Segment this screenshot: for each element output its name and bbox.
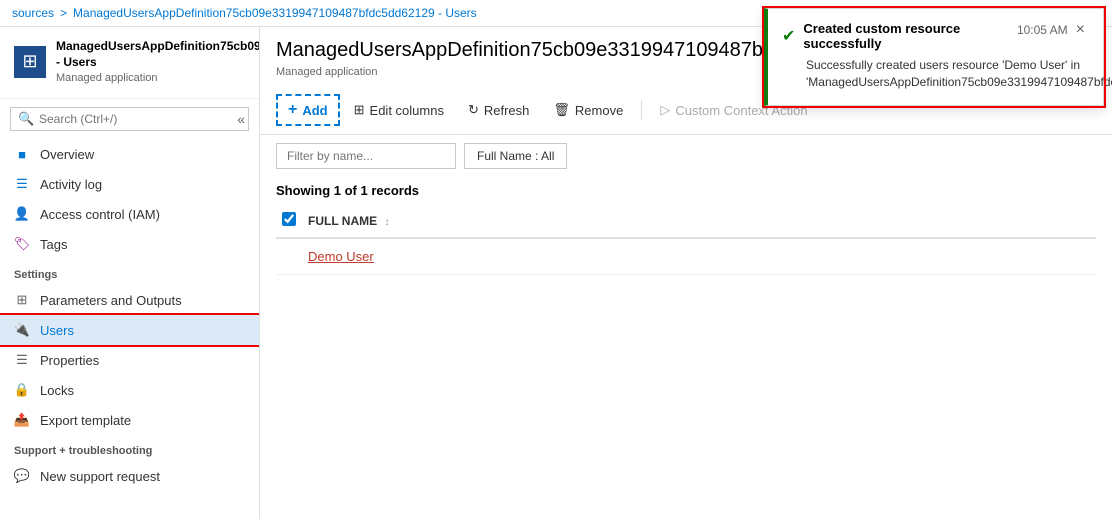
- sidebar-header: ⊞ ManagedUsersAppDefinition75cb09e331994…: [0, 27, 259, 99]
- tags-icon: 🏷: [14, 236, 30, 252]
- sidebar-item-params-outputs[interactable]: ⊞ Parameters and Outputs: [0, 285, 259, 315]
- remove-icon: 🗑: [553, 102, 570, 118]
- add-label: Add: [302, 103, 327, 118]
- sidebar-item-label: Activity log: [40, 177, 102, 192]
- activity-log-icon: ☰: [14, 176, 30, 192]
- breadcrumb-sep: >: [60, 6, 67, 20]
- th-checkbox: [276, 204, 302, 238]
- filter-input[interactable]: [276, 143, 456, 169]
- access-control-icon: 👤: [14, 206, 30, 222]
- record-count: Showing 1 of 1 records: [260, 177, 1112, 204]
- search-icon: 🔍: [18, 111, 34, 127]
- params-icon: ⊞: [14, 292, 30, 308]
- support-section-label: Support + troubleshooting: [0, 435, 259, 461]
- edit-columns-icon: ⊞: [354, 102, 365, 118]
- sidebar: ⊞ ManagedUsersAppDefinition75cb09e331994…: [0, 27, 260, 519]
- properties-icon: ☰: [14, 352, 30, 368]
- th-full-name[interactable]: FULL NAME ↕: [302, 204, 1096, 238]
- sidebar-item-overview[interactable]: ■ Overview: [0, 139, 259, 169]
- table-row: Demo User: [276, 238, 1096, 275]
- edit-columns-button[interactable]: ⊞ Edit columns: [344, 97, 454, 123]
- sidebar-item-label: Overview: [40, 147, 94, 162]
- filter-row: Full Name : All: [260, 135, 1112, 177]
- overview-icon: ■: [14, 146, 30, 162]
- sidebar-item-label: Locks: [40, 383, 74, 398]
- edit-columns-label: Edit columns: [370, 103, 444, 118]
- sidebar-item-label: Access control (IAM): [40, 207, 160, 222]
- app-icon: ⊞: [14, 46, 46, 78]
- remove-button[interactable]: 🗑 Remove: [543, 97, 633, 123]
- sidebar-item-label: Users: [40, 323, 74, 338]
- notification-title: Created custom resource successfully: [803, 21, 1017, 51]
- locks-icon: 🔒: [14, 382, 30, 398]
- support-icon: 💬: [14, 468, 30, 484]
- sidebar-item-activity-log[interactable]: ☰ Activity log: [0, 169, 259, 199]
- th-full-name-label: FULL NAME: [308, 214, 377, 228]
- collapse-button[interactable]: «: [237, 111, 245, 127]
- add-icon: +: [288, 101, 297, 119]
- refresh-label: Refresh: [484, 103, 530, 118]
- remove-label: Remove: [575, 103, 623, 118]
- sidebar-item-properties[interactable]: ☰ Properties: [0, 345, 259, 375]
- notification-toast: ✔ Created custom resource successfully 1…: [764, 8, 1104, 106]
- refresh-button[interactable]: ↻ Refresh: [458, 97, 539, 123]
- breadcrumb-parent[interactable]: sources: [12, 6, 54, 20]
- row-checkbox-cell: [276, 238, 302, 275]
- users-icon: 🔌: [14, 322, 30, 338]
- notification-title-row: ✔ Created custom resource successfully: [782, 21, 1017, 51]
- sidebar-item-new-support[interactable]: 💬 New support request: [0, 461, 259, 491]
- sidebar-search-row: 🔍 «: [0, 99, 259, 139]
- notification-header: ✔ Created custom resource successfully 1…: [782, 21, 1087, 51]
- sidebar-item-label: Parameters and Outputs: [40, 293, 182, 308]
- play-icon: ▷: [660, 102, 670, 118]
- settings-section-label: Settings: [0, 259, 259, 285]
- refresh-icon: ↻: [468, 102, 479, 118]
- sidebar-item-label: Export template: [40, 413, 131, 428]
- table-area: FULL NAME ↕ Demo User: [260, 204, 1112, 519]
- row-full-name-cell: Demo User: [302, 238, 1096, 275]
- sidebar-item-label: New support request: [40, 469, 160, 484]
- fullname-filter-tag[interactable]: Full Name : All: [464, 143, 567, 169]
- success-icon: ✔: [782, 26, 795, 46]
- sidebar-subtitle: Managed application: [56, 72, 260, 84]
- sidebar-title: ManagedUsersAppDefinition75cb09e33199471…: [56, 39, 260, 70]
- sidebar-item-access-control[interactable]: 👤 Access control (IAM): [0, 199, 259, 229]
- toolbar-separator: [641, 100, 642, 120]
- demo-user-link[interactable]: Demo User: [308, 249, 374, 264]
- notification-time: 10:05 AM: [1017, 23, 1068, 37]
- table-header-row: FULL NAME ↕: [276, 204, 1096, 238]
- sidebar-item-users[interactable]: 🔌 Users: [0, 315, 259, 345]
- sidebar-item-label: Tags: [40, 237, 67, 252]
- notification-close-button[interactable]: ×: [1074, 21, 1087, 39]
- notification-body: Successfully created users resource 'Dem…: [782, 57, 1087, 91]
- sidebar-nav: ■ Overview ☰ Activity log 👤 Access contr…: [0, 139, 259, 519]
- sidebar-item-export-template[interactable]: 📤 Export template: [0, 405, 259, 435]
- sidebar-item-locks[interactable]: 🔒 Locks: [0, 375, 259, 405]
- add-button[interactable]: + Add: [276, 94, 340, 126]
- sidebar-item-label: Properties: [40, 353, 99, 368]
- export-template-icon: 📤: [14, 412, 30, 428]
- breadcrumb-current: ManagedUsersAppDefinition75cb09e33199471…: [73, 6, 477, 20]
- data-table: FULL NAME ↕ Demo User: [276, 204, 1096, 275]
- sidebar-item-tags[interactable]: 🏷 Tags: [0, 229, 259, 259]
- search-input[interactable]: [10, 107, 249, 131]
- select-all-checkbox[interactable]: [282, 212, 296, 226]
- sort-icon: ↕: [384, 217, 389, 228]
